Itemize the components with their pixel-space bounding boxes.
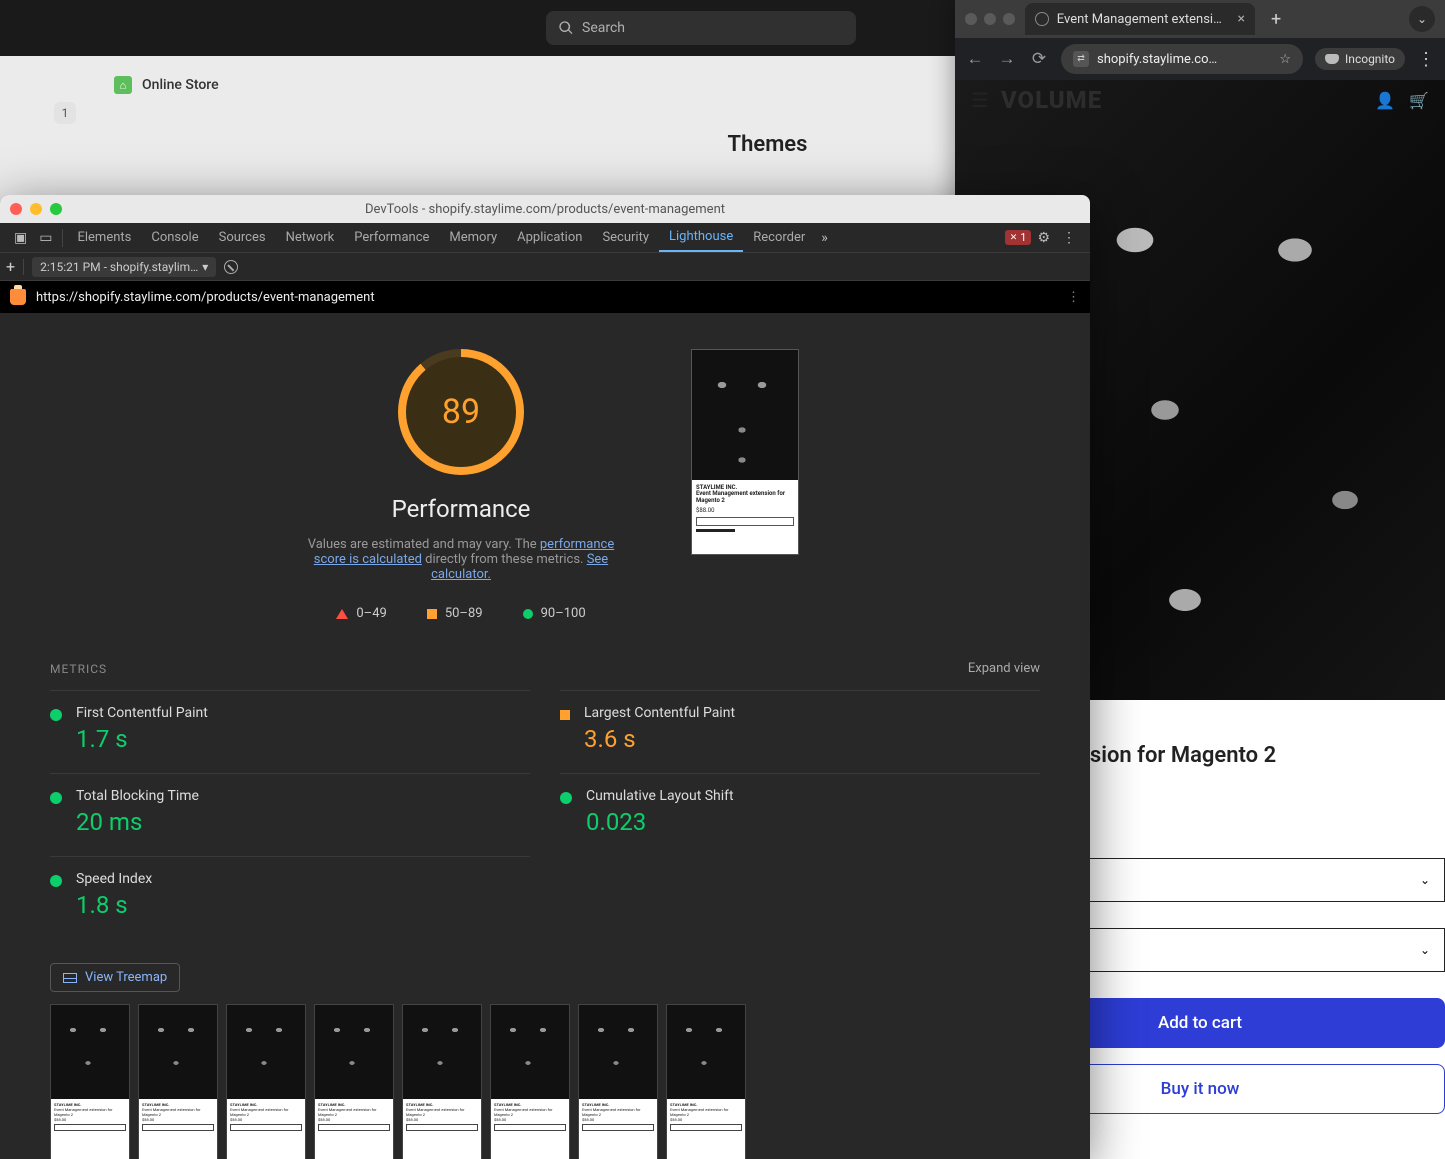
devtools-menu-icon[interactable]: ⋮: [1056, 230, 1082, 246]
devtools-titlebar: DevTools - shopify.staylime.com/products…: [0, 195, 1090, 223]
triangle-icon: [336, 609, 348, 619]
metric-tbt: Total Blocking Time 20 ms: [50, 773, 530, 856]
chrome-menu-button[interactable]: ⋮: [1417, 49, 1435, 70]
metric-lcp: Largest Contentful Paint 3.6 s: [560, 690, 1040, 773]
chevron-down-icon: ⌄: [1420, 943, 1430, 957]
search-icon: [558, 20, 574, 36]
filmstrip-frame[interactable]: STAYLIME INC.Event Management extension …: [666, 1004, 746, 1159]
new-tab-button[interactable]: +: [1265, 9, 1287, 30]
bookmark-icon[interactable]: ☆: [1279, 52, 1291, 67]
tab-overflow-button[interactable]: ⌄: [1409, 6, 1435, 32]
devtools-panel-tabs: ▣ ▭ Elements Console Sources Network Per…: [0, 223, 1090, 253]
filmstrip-frame[interactable]: STAYLIME INC.Event Management extension …: [402, 1004, 482, 1159]
score-gauge: 89: [398, 349, 524, 475]
lighthouse-icon: [10, 289, 26, 305]
forward-button[interactable]: →: [997, 49, 1017, 69]
store-logo[interactable]: VOLUME: [1001, 86, 1102, 114]
view-treemap-button[interactable]: View Treemap: [50, 963, 180, 992]
report-menu-icon[interactable]: ⋮: [1067, 290, 1080, 305]
devtools-window: DevTools - shopify.staylime.com/products…: [0, 195, 1090, 1159]
settings-icon[interactable]: ⚙: [1031, 230, 1056, 246]
inspect-icon[interactable]: ▣: [8, 230, 33, 246]
shopify-sidebar: 1: [0, 56, 90, 177]
search-placeholder: Search: [582, 20, 625, 36]
error-count-badge[interactable]: 1: [1005, 230, 1032, 245]
tab-network[interactable]: Network: [276, 223, 345, 252]
filmstrip-frame[interactable]: STAYLIME INC.Event Management extension …: [226, 1004, 306, 1159]
expand-view-toggle[interactable]: Expand view: [968, 661, 1040, 676]
tab-performance[interactable]: Performance: [344, 223, 439, 252]
square-icon: [427, 609, 437, 619]
status-dot-icon: [560, 792, 572, 804]
cart-icon[interactable]: 🛒: [1409, 91, 1429, 110]
filmstrip-frame[interactable]: STAYLIME INC.Event Management extension …: [314, 1004, 394, 1159]
score-value: 89: [442, 392, 480, 432]
shopify-search-input[interactable]: Search: [546, 11, 856, 45]
filmstrip: STAYLIME INC.Event Management extension …: [20, 1004, 1070, 1159]
lighthouse-report: 89 Performance Values are estimated and …: [0, 313, 1090, 1159]
hamburger-icon[interactable]: ☰: [971, 88, 989, 112]
metric-cls: Cumulative Layout Shift 0.023: [560, 773, 1040, 856]
more-tabs-icon[interactable]: »: [815, 230, 834, 246]
filmstrip-frame[interactable]: STAYLIME INC.Event Management extension …: [138, 1004, 218, 1159]
tab-security[interactable]: Security: [592, 223, 659, 252]
status-dot-icon: [50, 709, 62, 721]
status-square-icon: [560, 710, 570, 720]
score-disclaimer: Values are estimated and may vary. The p…: [291, 537, 631, 582]
online-store-icon: [114, 76, 132, 94]
clear-icon[interactable]: [224, 260, 238, 274]
shopify-notification-badge[interactable]: 1: [54, 102, 76, 124]
tab-application[interactable]: Application: [507, 223, 592, 252]
tab-elements[interactable]: Elements: [67, 223, 141, 252]
url-text: shopify.staylime.co…: [1097, 52, 1217, 67]
treemap-icon: [63, 973, 77, 983]
globe-icon: [1035, 12, 1049, 26]
status-dot-icon: [50, 792, 62, 804]
lighthouse-url-bar: https://shopify.staylime.com/products/ev…: [0, 281, 1090, 313]
tab-title: Event Management extensio…: [1057, 12, 1226, 27]
browser-tab[interactable]: Event Management extensio… ×: [1025, 3, 1255, 35]
filmstrip-frame[interactable]: STAYLIME INC.Event Management extension …: [50, 1004, 130, 1159]
window-title: DevTools - shopify.staylime.com/products…: [0, 202, 1090, 217]
report-selector[interactable]: 2:15:21 PM - shopify.staylim… ▾: [32, 257, 216, 277]
chrome-toolbar: ← → ⟳ ⇄ shopify.staylime.co… ☆ Incognito…: [955, 38, 1445, 80]
circle-icon: [523, 609, 533, 619]
filmstrip-frame[interactable]: STAYLIME INC.Event Management extension …: [490, 1004, 570, 1159]
incognito-icon: [1325, 54, 1339, 64]
breadcrumb-label: Online Store: [142, 77, 219, 93]
metric-fcp: First Contentful Paint 1.7 s: [50, 690, 530, 773]
incognito-indicator[interactable]: Incognito: [1315, 48, 1405, 70]
window-controls[interactable]: [965, 13, 1015, 25]
tab-console[interactable]: Console: [141, 223, 208, 252]
address-bar[interactable]: ⇄ shopify.staylime.co… ☆: [1061, 44, 1303, 74]
filmstrip-frame[interactable]: STAYLIME INC.Event Management extension …: [578, 1004, 658, 1159]
metric-si: Speed Index 1.8 s: [50, 856, 530, 939]
tested-url: https://shopify.staylime.com/products/ev…: [36, 290, 375, 305]
new-report-button[interactable]: +: [6, 257, 15, 276]
chevron-down-icon: ⌄: [1420, 873, 1430, 887]
score-category-label: Performance: [291, 495, 631, 523]
chevron-down-icon: ▾: [202, 260, 208, 274]
lighthouse-toolbar: + 2:15:21 PM - shopify.staylim… ▾: [0, 253, 1090, 281]
account-icon[interactable]: 👤: [1375, 91, 1395, 110]
tab-lighthouse[interactable]: Lighthouse: [659, 223, 743, 252]
tab-sources[interactable]: Sources: [209, 223, 276, 252]
device-toggle-icon[interactable]: ▭: [33, 230, 58, 246]
tab-recorder[interactable]: Recorder: [743, 223, 815, 252]
site-settings-icon[interactable]: ⇄: [1073, 51, 1089, 67]
reload-button[interactable]: ⟳: [1029, 49, 1049, 69]
status-dot-icon: [50, 875, 62, 887]
performance-score-block: 89 Performance Values are estimated and …: [291, 349, 631, 621]
score-legend: 0–49 50–89 90–100: [291, 606, 631, 621]
tab-memory[interactable]: Memory: [439, 223, 507, 252]
chrome-tabstrip: Event Management extensio… × + ⌄: [955, 0, 1445, 38]
store-header: ☰ VOLUME 👤 🛒: [955, 80, 1445, 120]
metrics-heading: METRICS: [50, 662, 107, 676]
final-screenshot: STAYLIME INC. Event Management extension…: [691, 349, 799, 555]
back-button[interactable]: ←: [965, 49, 985, 69]
close-tab-icon[interactable]: ×: [1238, 11, 1245, 27]
